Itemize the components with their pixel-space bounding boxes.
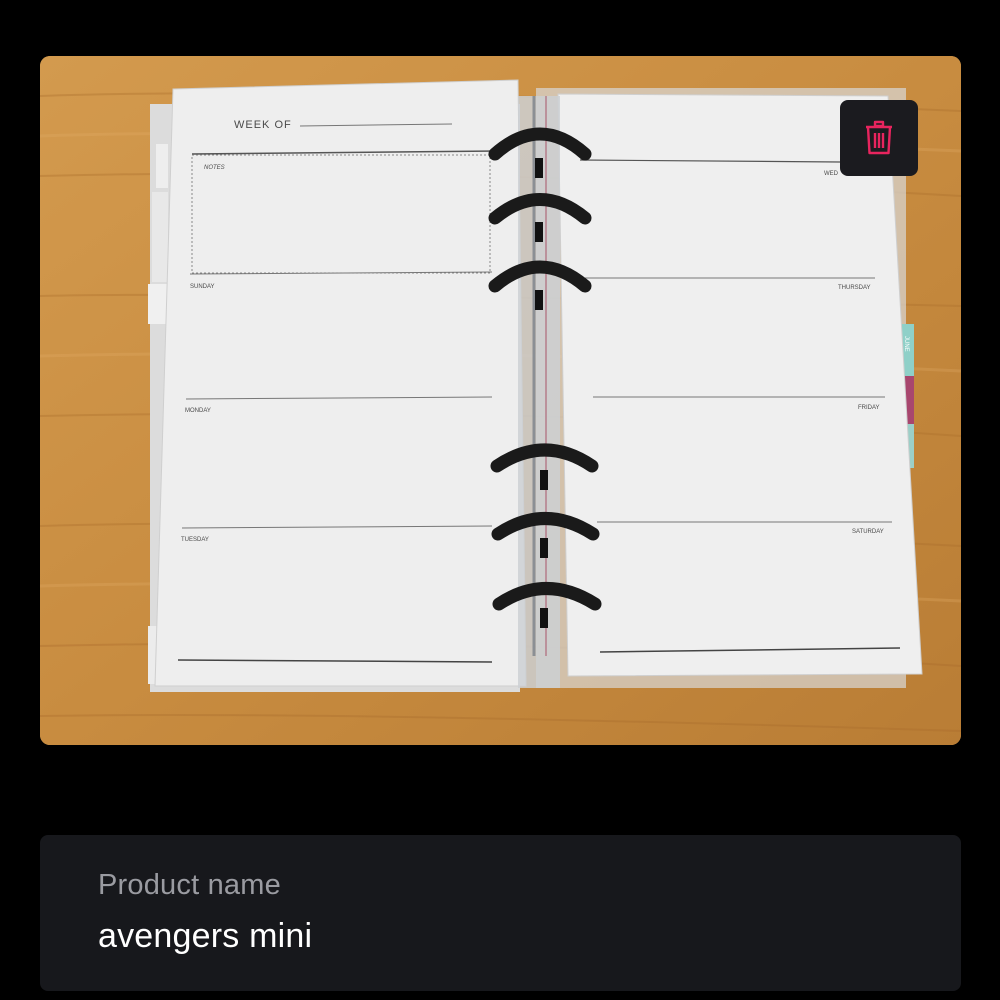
wednesday-label: WED — [824, 171, 839, 177]
notes-label: NOTES — [204, 165, 225, 171]
sunday-label: SUNDAY — [190, 284, 215, 290]
delete-button[interactable] — [840, 100, 918, 176]
thursday-label: THURSDAY — [838, 285, 871, 291]
product-name-value[interactable]: avengers mini — [98, 917, 312, 956]
monday-label: MONDAY — [185, 408, 211, 414]
product-name-label: Product name — [98, 869, 281, 901]
saturday-label: SATURDAY — [852, 529, 884, 535]
product-name-field[interactable]: Product name avengers mini — [40, 835, 961, 991]
product-photo: WEEK OF NOTES SUNDAY MONDAY TUESDAY JUNE… — [40, 56, 961, 745]
trash-icon — [866, 120, 892, 155]
tuesday-label: TUESDAY — [181, 537, 209, 543]
week-of-label: WEEK OF — [234, 119, 292, 131]
planner-photo: WEEK OF NOTES SUNDAY MONDAY TUESDAY JUNE… — [40, 56, 961, 745]
tab-june-label: JUNE — [903, 336, 909, 352]
friday-label: FRIDAY — [858, 405, 880, 411]
